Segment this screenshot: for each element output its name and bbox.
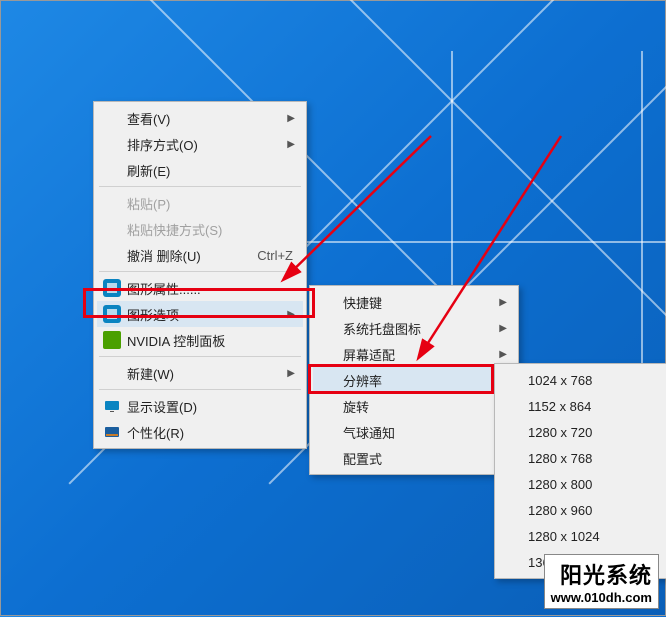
label: 图形选项 [127, 305, 179, 324]
resolution-option[interactable]: 1280 x 768 [498, 445, 666, 471]
label: 1152 x 864 [528, 399, 591, 414]
label: 屏幕适配 [343, 345, 395, 364]
nvidia-icon [103, 331, 121, 349]
chevron-right-icon: ▶ [499, 297, 507, 308]
label: 分辨率 [343, 371, 382, 390]
resolution-option[interactable]: 1152 x 864 [498, 393, 666, 419]
desktop-context-menu: 查看(V) ▶ 排序方式(O) ▶ 刷新(E) 粘贴(P) 粘贴快捷方式(S) … [93, 101, 307, 449]
label: 气球通知 [343, 423, 395, 442]
resolution-option[interactable]: 1280 x 960 [498, 497, 666, 523]
chevron-right-icon: ▶ [287, 113, 295, 124]
menu-hotkeys[interactable]: 快捷键 ▶ [313, 289, 515, 315]
display-icon [103, 397, 121, 415]
watermark-url: www.010dh.com [551, 590, 652, 605]
menu-rotation[interactable]: 旋转 ▶ [313, 393, 515, 419]
label: 1280 x 960 [528, 503, 592, 518]
label: 粘贴快捷方式(S) [127, 220, 222, 239]
resolution-option[interactable]: 1280 x 800 [498, 471, 666, 497]
label: 旋转 [343, 397, 369, 416]
watermark: 阳光系统 www.010dh.com [544, 554, 659, 609]
chevron-right-icon: ▶ [287, 368, 295, 379]
resolution-option[interactable]: 1280 x 720 [498, 419, 666, 445]
label: 显示设置(D) [127, 397, 197, 416]
label: NVIDIA 控制面板 [127, 331, 225, 350]
menu-display-settings[interactable]: 显示设置(D) [97, 393, 303, 419]
label: 1280 x 768 [528, 451, 592, 466]
menu-resolution[interactable]: 分辨率 ▶ [313, 367, 515, 393]
menu-config-mode[interactable]: 配置式 ▶ [313, 445, 515, 471]
menu-paste-shortcut: 粘贴快捷方式(S) [97, 216, 303, 242]
menu-nvidia-control-panel[interactable]: NVIDIA 控制面板 [97, 327, 303, 353]
menu-screen-fit[interactable]: 屏幕适配 ▶ [313, 341, 515, 367]
label: 1280 x 720 [528, 425, 592, 440]
label: 查看(V) [127, 109, 170, 128]
menu-tray-icon[interactable]: 系统托盘图标 ▶ [313, 315, 515, 341]
label: 排序方式(O) [127, 135, 198, 154]
separator [99, 356, 301, 357]
personalize-icon [103, 423, 121, 441]
label: 1280 x 800 [528, 477, 592, 492]
menu-refresh[interactable]: 刷新(E) [97, 157, 303, 183]
label: 撤消 删除(U) [127, 246, 201, 265]
menu-graphics-options[interactable]: 图形选项 ▶ [97, 301, 303, 327]
watermark-title: 阳光系统 [551, 558, 652, 590]
label: 刷新(E) [127, 161, 170, 180]
separator [99, 186, 301, 187]
separator [99, 271, 301, 272]
label: 粘贴(P) [127, 194, 170, 213]
shortcut: Ctrl+Z [257, 248, 293, 263]
chevron-right-icon: ▶ [499, 323, 507, 334]
menu-undo-delete[interactable]: 撤消 删除(U) Ctrl+Z [97, 242, 303, 268]
resolution-option[interactable]: 1280 x 1024 [498, 523, 666, 549]
menu-view[interactable]: 查看(V) ▶ [97, 105, 303, 131]
label: 系统托盘图标 [343, 319, 421, 338]
label: 1024 x 768 [528, 373, 592, 388]
menu-personalize[interactable]: 个性化(R) [97, 419, 303, 445]
chevron-right-icon: ▶ [499, 349, 507, 360]
label: 快捷键 [343, 293, 382, 312]
graphics-options-submenu: 快捷键 ▶ 系统托盘图标 ▶ 屏幕适配 ▶ 分辨率 ▶ 旋转 ▶ 气球通知 ▶ … [309, 285, 519, 475]
resolution-submenu: 1024 x 768 1152 x 864 1280 x 720 1280 x … [494, 363, 666, 579]
menu-new[interactable]: 新建(W) ▶ [97, 360, 303, 386]
menu-paste: 粘贴(P) [97, 190, 303, 216]
intel-icon [103, 305, 121, 323]
intel-icon [103, 279, 121, 297]
chevron-right-icon: ▶ [287, 139, 295, 150]
label: 图形属性...... [127, 279, 201, 298]
menu-balloon-notify[interactable]: 气球通知 ▶ [313, 419, 515, 445]
menu-sort[interactable]: 排序方式(O) ▶ [97, 131, 303, 157]
resolution-option[interactable]: 1024 x 768 [498, 367, 666, 393]
label: 个性化(R) [127, 423, 184, 442]
chevron-right-icon: ▶ [287, 309, 295, 320]
label: 配置式 [343, 449, 382, 468]
label: 1280 x 1024 [528, 529, 600, 544]
separator [99, 389, 301, 390]
label: 新建(W) [127, 364, 174, 383]
menu-graphics-properties[interactable]: 图形属性...... [97, 275, 303, 301]
